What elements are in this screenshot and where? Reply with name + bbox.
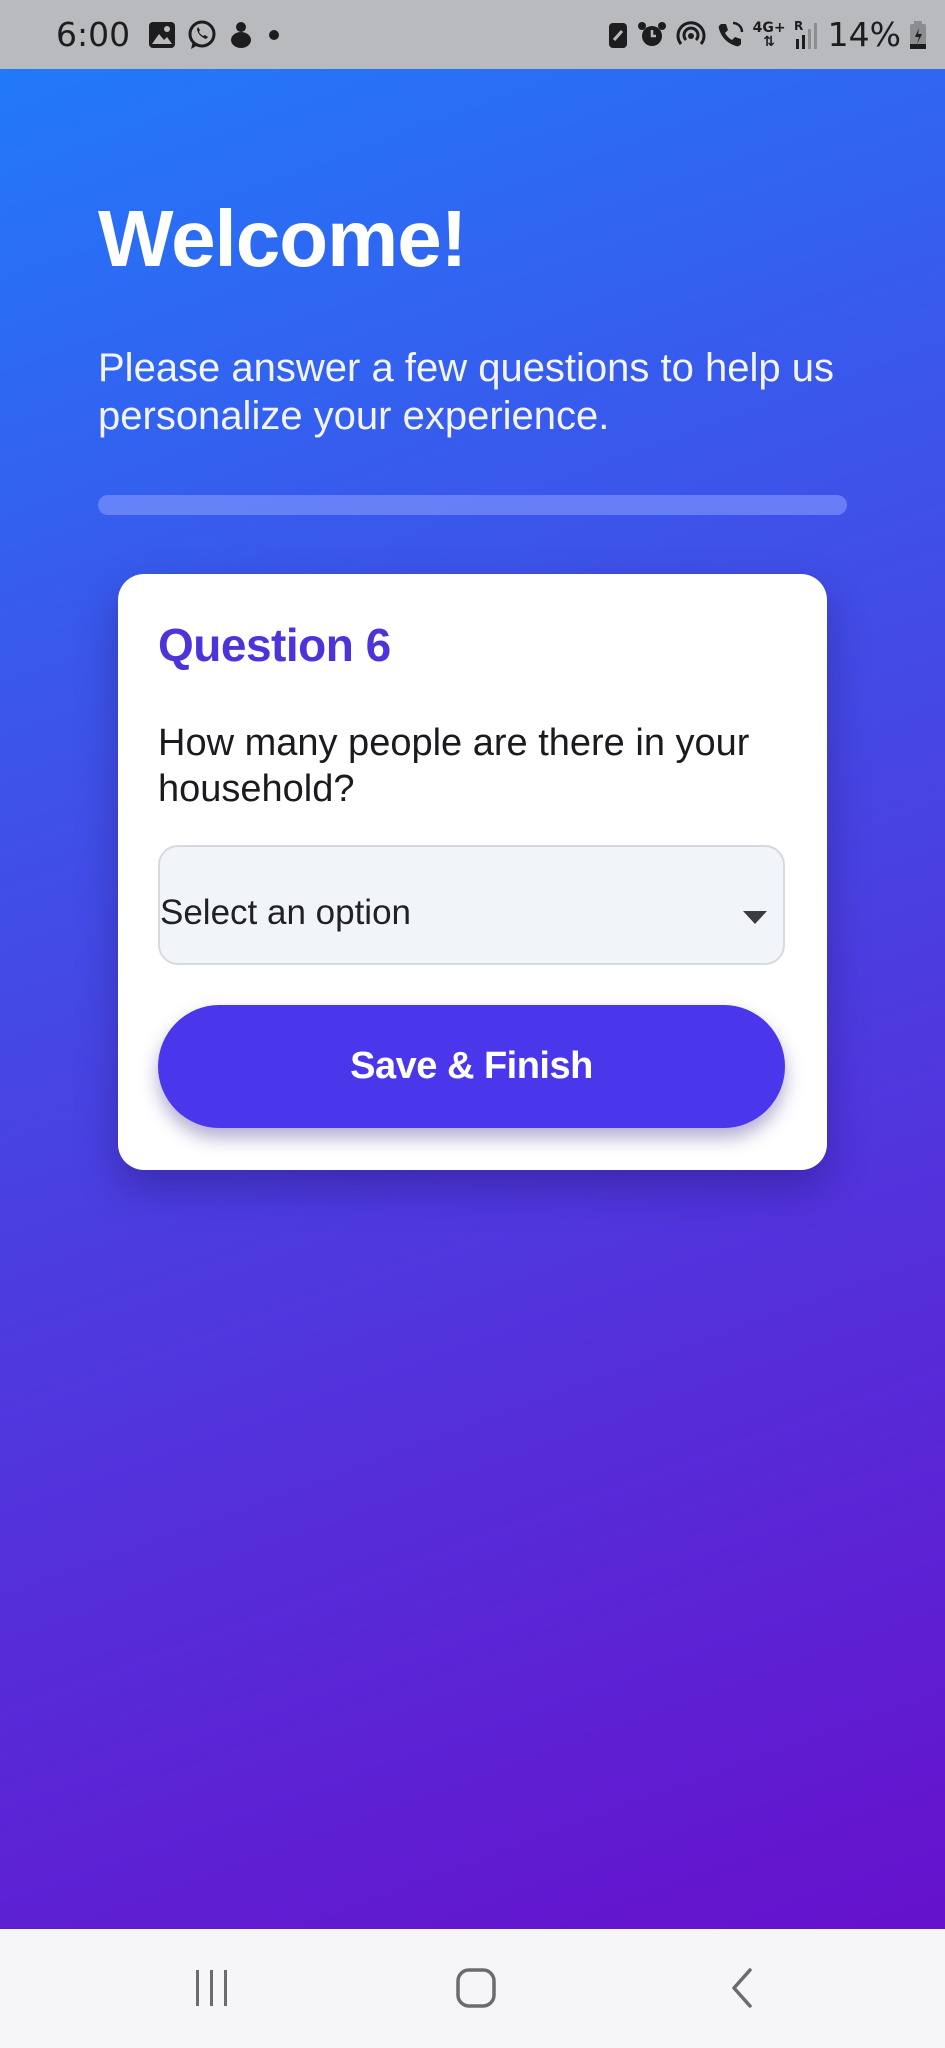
question-card: Question 6 How many people are there in …: [118, 574, 827, 1170]
household-size-select[interactable]: Select an option: [158, 845, 785, 965]
wifi-call-icon: [715, 20, 745, 50]
back-icon: [732, 1968, 752, 2008]
system-nav-bar: [0, 1929, 945, 2048]
battery-percent: 14%: [827, 15, 901, 54]
dropdown-caret-icon: [743, 911, 767, 924]
dot-icon: [264, 25, 284, 45]
home-button[interactable]: [431, 1953, 521, 2023]
signal-icon: R: [794, 19, 820, 51]
status-right: 4G+ ⇅ R 14%: [607, 0, 927, 69]
status-left: 6:00: [56, 0, 284, 69]
page-title: Welcome!: [98, 194, 467, 283]
recent-apps-icon: [196, 1970, 227, 2006]
status-time: 6:00: [56, 15, 131, 54]
gallery-icon: [148, 21, 176, 49]
status-bar: 6:00 4G+ ⇅ R 14%: [0, 0, 945, 69]
network-type: 4G+ ⇅: [753, 21, 786, 49]
question-text: How many people are there in your househ…: [158, 722, 750, 810]
question-number: Question 6: [158, 619, 391, 671]
recent-apps-button[interactable]: [167, 1953, 257, 2023]
select-value: Select an option: [160, 893, 412, 932]
network-arrows: ⇅: [763, 33, 776, 50]
save-finish-button[interactable]: Save & Finish: [158, 1005, 785, 1128]
back-button[interactable]: [697, 1953, 787, 2023]
page-subtitle: Please answer a few questions to help us…: [98, 346, 834, 438]
hotspot-icon: [675, 20, 707, 50]
battery-icon: [909, 20, 927, 50]
home-icon: [456, 1968, 496, 2008]
roaming-label: R: [794, 19, 803, 33]
whatsapp-icon: [186, 19, 218, 51]
battery-saver-icon: [607, 20, 629, 50]
network-type-label: 4G+: [752, 19, 786, 36]
onboarding-screen: Welcome! Please answer a few questions t…: [0, 69, 945, 1929]
progress-bar: [98, 495, 847, 515]
app-notification-icon: [228, 20, 254, 50]
alarm-icon: [637, 20, 667, 50]
